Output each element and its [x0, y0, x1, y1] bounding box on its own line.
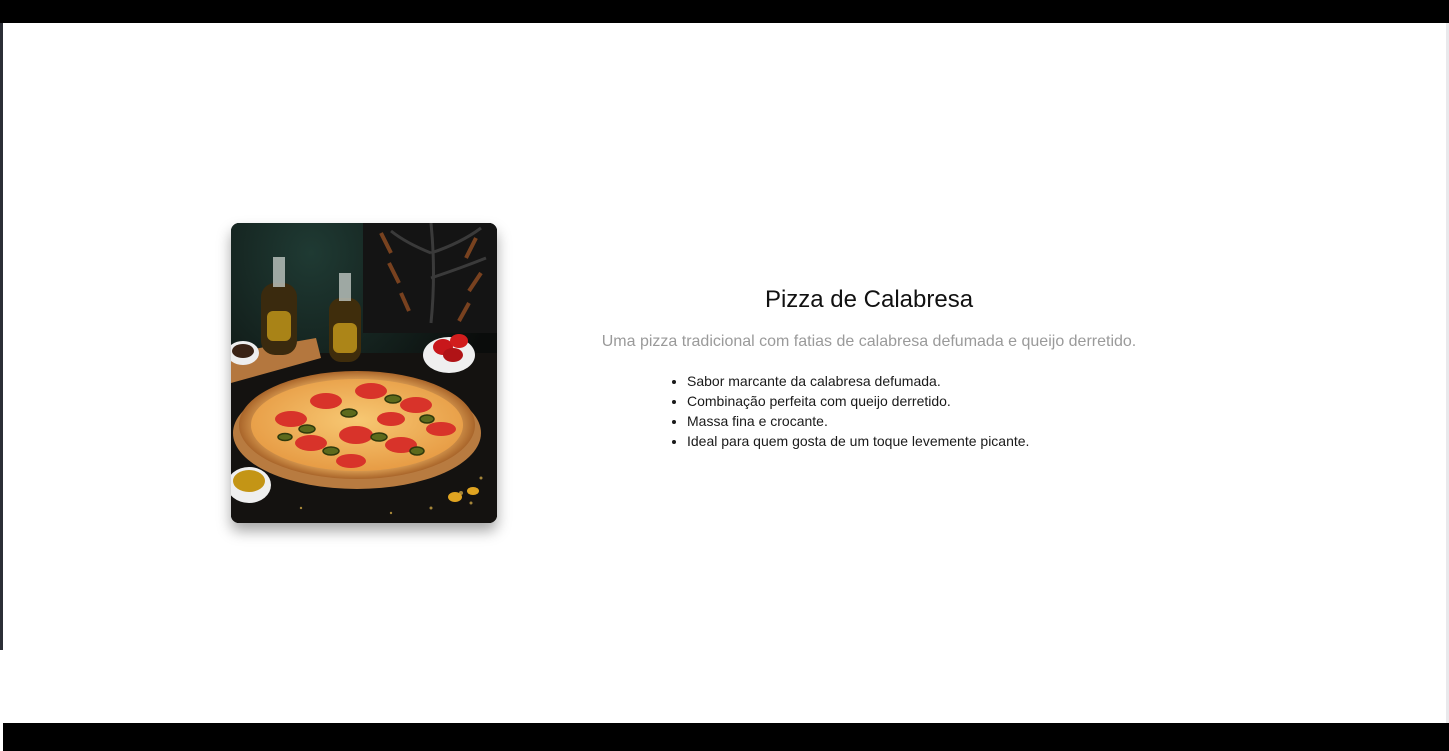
feature-item: Massa fina e crocante. [687, 411, 1207, 431]
product-section: Pizza de Calabresa Uma pizza tradicional… [231, 223, 1231, 523]
left-edge-strip [0, 23, 3, 650]
product-info: Pizza de Calabresa Uma pizza tradicional… [531, 283, 1207, 451]
pizza-photo-illustration [231, 223, 497, 523]
bottom-frame-bar [3, 723, 1449, 751]
feature-item: Sabor marcante da calabresa defumada. [687, 371, 1207, 391]
top-frame-bar [0, 0, 1449, 23]
pizza-photo [231, 223, 497, 523]
feature-list: Sabor marcante da calabresa defumada. Co… [687, 371, 1207, 451]
feature-item: Ideal para quem gosta de um toque leveme… [687, 431, 1207, 451]
product-title: Pizza de Calabresa [764, 286, 974, 313]
product-description: Uma pizza tradicional com fatias de cala… [601, 333, 1137, 350]
feature-item: Combinação perfeita com queijo derretido… [687, 391, 1207, 411]
